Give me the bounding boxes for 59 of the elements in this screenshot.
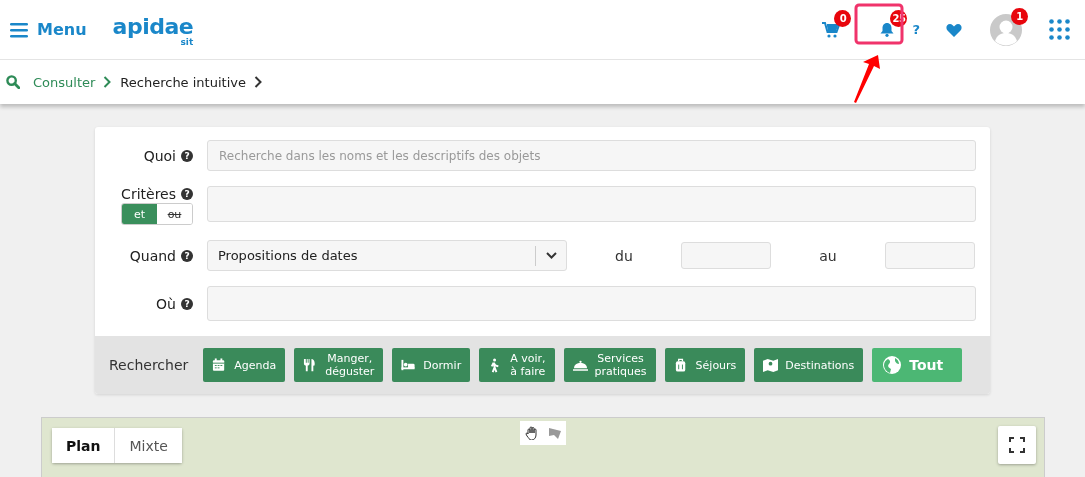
menu-icon bbox=[10, 21, 28, 38]
notifications-button[interactable] bbox=[880, 22, 895, 37]
fullscreen-icon bbox=[1009, 437, 1025, 453]
logo-text[interactable]: apidae bbox=[112, 16, 194, 37]
field-label: Où bbox=[156, 295, 176, 312]
count-badge: 1 bbox=[1011, 7, 1028, 25]
logo-subtext: sit bbox=[180, 36, 194, 47]
grid-icon bbox=[1049, 19, 1070, 40]
help-icon[interactable]: ? bbox=[181, 188, 193, 200]
chevron-right-icon bbox=[103, 76, 112, 88]
category-button[interactable]: Destinations bbox=[754, 348, 864, 382]
field-label: Quand bbox=[129, 247, 176, 264]
chevron-down-icon bbox=[546, 252, 557, 259]
fullscreen-button[interactable] bbox=[998, 426, 1036, 464]
arrow-drawing bbox=[853, 55, 881, 103]
cart-button[interactable] bbox=[822, 21, 841, 38]
favorites-button[interactable] bbox=[946, 22, 962, 37]
start-date-field[interactable] bbox=[681, 242, 771, 269]
hand-icon bbox=[524, 426, 539, 440]
location-input-field[interactable] bbox=[207, 286, 976, 321]
map-type-tab[interactable]: Mixte bbox=[115, 428, 182, 463]
date-label: du bbox=[614, 247, 634, 264]
heart-icon bbox=[946, 22, 962, 37]
breadcrumb-link[interactable]: Consulter bbox=[33, 74, 96, 90]
search-icon bbox=[6, 75, 20, 89]
category-button[interactable]: Manger, déguster bbox=[294, 348, 384, 382]
bed-icon bbox=[401, 357, 417, 373]
category-button[interactable]: Séjours bbox=[664, 348, 746, 382]
breadcrumb-text: Recherche intuitive bbox=[120, 74, 246, 90]
search-label: Rechercher bbox=[109, 357, 189, 373]
logic-toggle-option[interactable]: et bbox=[122, 204, 157, 224]
date-select-dropdown[interactable]: Propositions de dates bbox=[207, 240, 567, 271]
field-label: Critères bbox=[121, 186, 176, 202]
category-button[interactable]: A voir, à faire bbox=[479, 348, 555, 382]
bell-icon bbox=[880, 22, 895, 37]
map-type-tab[interactable]: Plan bbox=[52, 428, 116, 463]
date-label: au bbox=[818, 247, 838, 264]
polygon-icon bbox=[547, 426, 562, 440]
help-icon[interactable]: ? bbox=[181, 149, 193, 162]
category-button[interactable]: Agenda bbox=[203, 348, 286, 382]
search-input-field[interactable]: Recherche dans les noms et les descriptifs des objets bbox=[207, 140, 976, 171]
avatar-icon bbox=[990, 13, 1022, 46]
menu-button[interactable]: Menu bbox=[10, 20, 87, 39]
criteria-input-field[interactable] bbox=[207, 186, 976, 222]
chevron-right-icon bbox=[253, 76, 262, 88]
help-link[interactable]: ? bbox=[912, 22, 920, 37]
cart-icon bbox=[822, 21, 841, 38]
category-button[interactable]: Tout bbox=[872, 348, 963, 382]
field-label: Quoi bbox=[143, 147, 176, 164]
count-badge: 0 bbox=[834, 9, 852, 27]
apps-button[interactable] bbox=[1049, 19, 1070, 40]
help-icon[interactable]: ? bbox=[181, 249, 193, 262]
map-icon bbox=[763, 357, 779, 373]
category-button[interactable]: Dormir bbox=[392, 348, 471, 382]
end-date-field[interactable] bbox=[885, 242, 975, 269]
category-button[interactable]: Services pratiques bbox=[563, 348, 656, 382]
help-icon[interactable]: ? bbox=[181, 297, 193, 310]
globe-icon bbox=[882, 355, 903, 375]
avatar-button[interactable] bbox=[990, 13, 1022, 46]
